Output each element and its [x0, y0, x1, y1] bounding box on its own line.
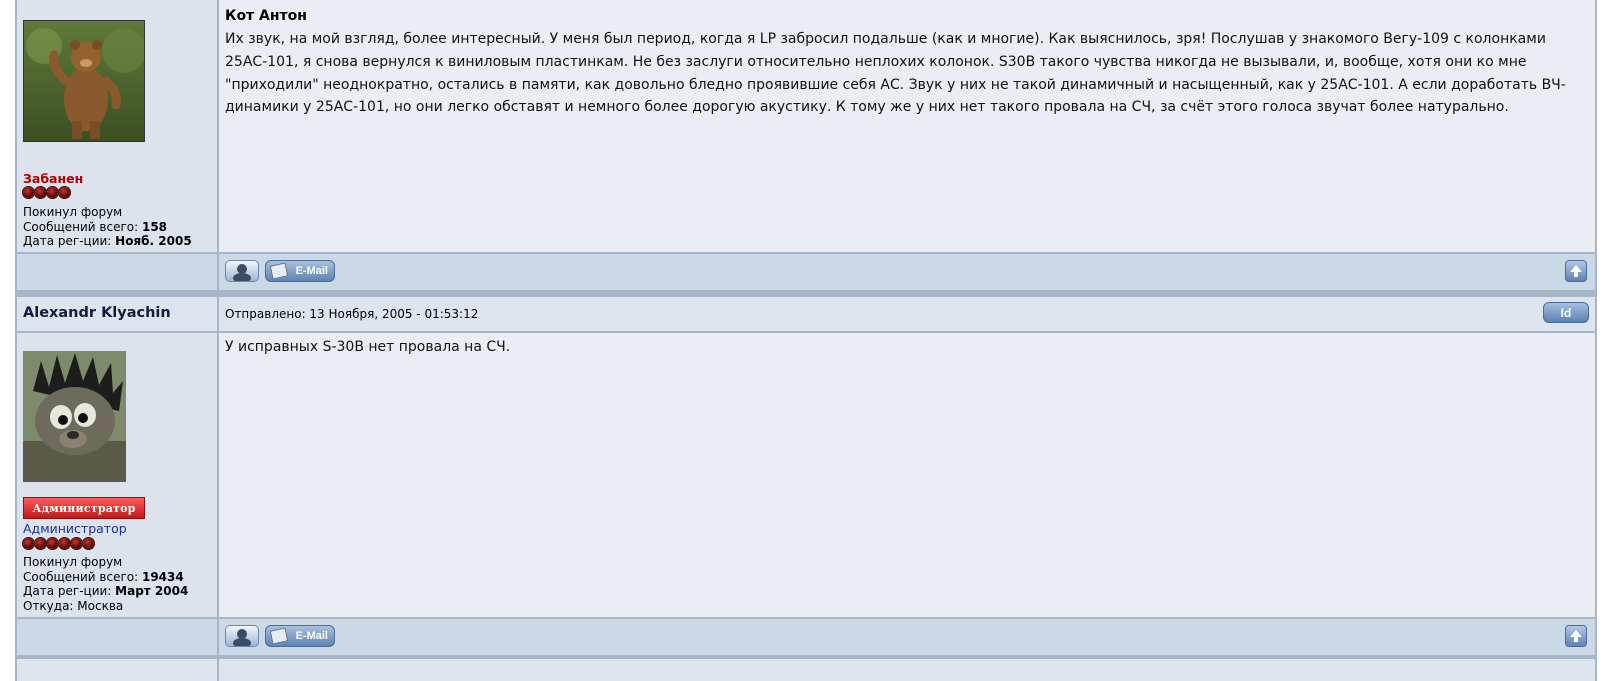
- next-post-header: [17, 659, 1595, 681]
- reg-date: Дата рег-ции: Март 2004: [23, 584, 189, 598]
- post-2: Администратор Администратор Покинул фору…: [17, 333, 1595, 617]
- hedgehog-avatar[interactable]: [23, 351, 126, 482]
- post-2-user-panel: Администратор Администратор Покинул фору…: [17, 333, 217, 617]
- user-role: Администратор: [23, 521, 127, 536]
- post-2-actions: E-Mail: [17, 619, 1595, 655]
- user-status: Забанен: [23, 171, 84, 186]
- post-2-content: У исправных S-30B нет провала на СЧ.: [219, 333, 1595, 617]
- arrow-up-icon: [1570, 265, 1582, 277]
- profile-button[interactable]: [225, 625, 259, 648]
- profile-button[interactable]: [225, 260, 259, 283]
- post-1: Забанен Покинул форум Сообщений всего: 1…: [17, 0, 1595, 252]
- online-status: Покинул форум: [23, 555, 123, 569]
- rank-stars: [23, 538, 94, 549]
- rank-star: [59, 538, 70, 549]
- rank-star: [23, 187, 34, 198]
- post-id-button[interactable]: Id: [1543, 302, 1589, 323]
- post-timestamp: Отправлено: 13 Ноября, 2005 - 01:53:12: [225, 307, 479, 321]
- rank-star: [47, 187, 58, 198]
- reg-date: Дата рег-ции: Нояб. 2005: [23, 234, 192, 248]
- post-1-actions: E-Mail: [17, 254, 1595, 290]
- scroll-top-button[interactable]: [1565, 625, 1587, 647]
- post-body: Их звук, на мой взгляд, более интересный…: [225, 31, 1566, 116]
- rank-star: [35, 538, 46, 549]
- post-2-header: Alexandr Klyachin Отправлено: 13 Ноября,…: [17, 297, 1595, 331]
- bear-avatar[interactable]: [23, 20, 145, 142]
- rank-star: [59, 187, 70, 198]
- post-1-user-panel: Забанен Покинул форум Сообщений всего: 1…: [17, 0, 217, 252]
- profile-icon: [233, 264, 251, 283]
- user-location: Откуда: Москва: [23, 598, 124, 613]
- user-info: Покинул форум Сообщений всего: 19434 Дат…: [23, 555, 188, 613]
- rank-star: [83, 538, 94, 549]
- scroll-top-button[interactable]: [1565, 260, 1587, 282]
- profile-icon: [233, 629, 251, 648]
- post-body: У исправных S-30B нет провала на СЧ.: [225, 339, 511, 355]
- post-author[interactable]: Alexandr Klyachin: [23, 305, 171, 321]
- posts-count: Сообщений всего: 19434: [23, 569, 184, 584]
- arrow-up-icon: [1570, 630, 1582, 642]
- posts-count: Сообщений всего: 158: [23, 219, 168, 234]
- rank-stars: [23, 187, 70, 198]
- admin-badge: Администратор: [23, 497, 145, 519]
- user-info: Покинул форум Сообщений всего: 158 Дата …: [23, 205, 192, 249]
- email-icon: [269, 627, 289, 645]
- rank-star: [35, 187, 46, 198]
- email-button[interactable]: E-Mail: [265, 625, 335, 647]
- forum-thread: Забанен Покинул форум Сообщений всего: 1…: [15, 0, 1597, 681]
- email-button[interactable]: E-Mail: [265, 260, 335, 282]
- rank-star: [47, 538, 58, 549]
- rank-star: [71, 538, 82, 549]
- post-1-content: Кот Антон Их звук, на мой взгляд, более …: [219, 0, 1595, 252]
- email-icon: [269, 262, 289, 280]
- quote-author: Кот Антон: [225, 8, 307, 24]
- online-status: Покинул форум: [23, 205, 123, 219]
- rank-star: [23, 538, 34, 549]
